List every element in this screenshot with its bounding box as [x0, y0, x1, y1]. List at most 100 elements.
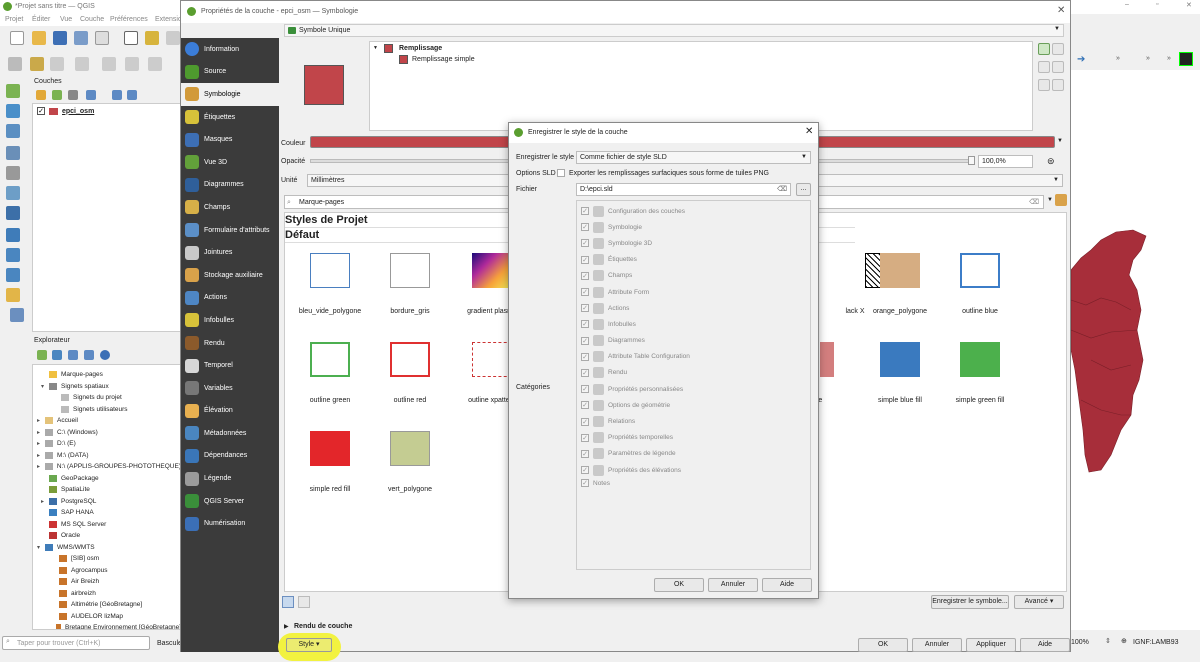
explorer-item[interactable]: Marque-pages — [37, 369, 181, 381]
maximize-icon[interactable]: ▫ — [1156, 1, 1158, 8]
explorer-item[interactable]: ▾ WMS/WMTS — [37, 542, 181, 554]
nav-item[interactable]: QGIS Server — [181, 490, 279, 513]
apply-button[interactable]: Appliquer — [966, 638, 1016, 652]
nav-item[interactable]: Actions — [181, 287, 279, 310]
delete-feature-icon[interactable] — [125, 57, 139, 71]
clear-icon[interactable]: ⌫ — [777, 184, 787, 195]
explorer-item[interactable]: ▾ Signets spatiaux — [37, 381, 181, 393]
add-wcs-icon[interactable] — [6, 268, 20, 282]
new-layer-icon[interactable] — [6, 288, 20, 302]
nav-item[interactable]: Formulaire d'attributs — [181, 219, 279, 242]
color-dropdown-icon[interactable]: ▼ — [1057, 138, 1063, 144]
explorer-item[interactable]: SpatiaLite — [37, 484, 181, 496]
add-postgis-icon[interactable] — [6, 206, 20, 220]
add-wfs-icon[interactable] — [6, 248, 20, 262]
explorer-item[interactable]: Agrocampus — [37, 565, 181, 577]
edit-icon[interactable] — [30, 57, 44, 71]
identify-icon[interactable] — [1179, 52, 1193, 66]
new-project-icon[interactable] — [10, 31, 24, 45]
explorer-item[interactable]: [SIB] osm — [37, 553, 181, 565]
tree-root-label[interactable]: Remplissage — [399, 45, 442, 52]
collapse-all-icon[interactable] — [127, 90, 137, 100]
explorer-item[interactable]: ▸ N:\ (APPLIS-GROUPES-PHOTOTHEQUE) — [37, 461, 181, 473]
menu-projet[interactable]: Projet — [5, 16, 23, 23]
minimize-icon[interactable]: – — [1125, 1, 1129, 8]
map-canvas[interactable] — [1071, 70, 1200, 630]
nav-item[interactable]: Infobulles — [181, 309, 279, 332]
save-edits-icon[interactable] — [50, 57, 64, 71]
tree-expand-icon[interactable]: ▼ — [373, 45, 378, 51]
save-ok-button[interactable]: OK — [654, 578, 704, 592]
clear-icon[interactable]: ⌫ — [1029, 197, 1039, 208]
nav-item[interactable]: Source — [181, 61, 279, 84]
add-symbol-layer-icon[interactable] — [1038, 43, 1050, 55]
explorer-item[interactable]: AUDELOR lizMap — [37, 611, 181, 623]
explorer-item[interactable]: ▸ M:\ (DATA) — [37, 450, 181, 462]
nav-item[interactable]: Champs — [181, 196, 279, 219]
style-symbol-item[interactable]: outline green — [285, 342, 375, 404]
rotation-stepper-icon[interactable]: ⇕ — [1105, 637, 1111, 645]
nav-item[interactable]: Masques — [181, 128, 279, 151]
add-spatialite-icon[interactable] — [6, 166, 20, 180]
opacity-spinbox[interactable]: 100,0% — [978, 155, 1033, 168]
explorer-item[interactable]: ▸ C:\ (Windows) — [37, 427, 181, 439]
save-project-icon[interactable] — [53, 31, 67, 45]
style-symbol-item[interactable]: simple green fill — [935, 342, 1025, 404]
expand-arrow-icon[interactable]: ▸ — [41, 498, 49, 505]
explorer-item[interactable]: ▸ Accueil — [37, 415, 181, 427]
add-group-icon[interactable] — [52, 90, 62, 100]
rendu-couche-label[interactable]: Rendu de couche — [294, 623, 352, 630]
vertex-tool-icon[interactable] — [102, 57, 116, 71]
expand-arrow-icon[interactable]: ▾ — [37, 544, 45, 551]
style-symbol-item[interactable]: bleu_vide_polygone — [285, 253, 375, 315]
move-up-icon[interactable] — [1052, 43, 1064, 55]
add-vector-layer-icon[interactable] — [6, 84, 20, 98]
collapse-browser-icon[interactable] — [84, 350, 94, 360]
nav-item[interactable]: Diagrammes — [181, 174, 279, 197]
explorer-item[interactable]: GeoPackage — [37, 473, 181, 485]
style-type-select[interactable]: Comme fichier de style SLD ▼ — [576, 151, 811, 164]
move-down-icon[interactable] — [1052, 61, 1064, 73]
more-tools-icon-3[interactable]: » — [1167, 55, 1171, 62]
add-geopackage-icon[interactable] — [6, 186, 20, 200]
style-symbol-item[interactable]: outline blue — [935, 253, 1025, 315]
nav-item[interactable]: Numérisation — [181, 512, 279, 535]
style-symbol-item[interactable]: outline red — [365, 342, 455, 404]
menu-vue[interactable]: Vue — [60, 16, 72, 23]
menu-preferences[interactable]: Préférences — [110, 16, 148, 23]
save-as-icon[interactable] — [74, 31, 88, 45]
explorer-item[interactable]: Signets utilisateurs — [37, 404, 181, 416]
layer-styling-icon[interactable] — [36, 90, 46, 100]
nav-item[interactable]: Élévation — [181, 400, 279, 423]
search-dropdown-icon[interactable]: ▼ — [1047, 197, 1053, 203]
style-symbol-item[interactable]: orange_polygone — [855, 253, 945, 315]
info-icon[interactable] — [100, 350, 110, 360]
zoom-value[interactable]: 100% — [1071, 639, 1089, 646]
more-tools-icon[interactable]: » — [1116, 55, 1120, 62]
remove-symbol-layer-icon[interactable] — [1038, 61, 1050, 73]
style-symbol-item[interactable]: simple blue fill — [855, 342, 945, 404]
explorer-item[interactable]: Altimétrie [GéoBretagne] — [37, 599, 181, 611]
advanced-button[interactable]: Avancé ▾ — [1014, 595, 1064, 609]
expand-arrow-icon[interactable]: ▶ — [284, 623, 289, 630]
nav-item[interactable]: Symbologie — [181, 83, 279, 106]
nav-item[interactable]: Stockage auxiliaire — [181, 264, 279, 287]
zoom-in-icon[interactable] — [166, 31, 180, 45]
explorer-item[interactable]: Oracle — [37, 530, 181, 542]
nav-item[interactable]: Information — [181, 38, 279, 61]
nav-item[interactable]: Dépendances — [181, 445, 279, 468]
data-defined-override-icon[interactable]: ⊜ — [1047, 156, 1055, 167]
icon-view-icon[interactable] — [282, 596, 294, 608]
help-button[interactable]: Aide — [1020, 638, 1070, 652]
expand-all-icon[interactable] — [112, 90, 122, 100]
expand-arrow-icon[interactable]: ▾ — [41, 383, 49, 390]
more-tools-icon-2[interactable]: » — [1146, 55, 1150, 62]
add-delimited-text-icon[interactable] — [6, 146, 20, 160]
nav-item[interactable]: Vue 3D — [181, 151, 279, 174]
nav-item[interactable]: Jointures — [181, 241, 279, 264]
arrow-right-icon[interactable]: ➔ — [1077, 54, 1085, 65]
explorer-item[interactable]: Bretagne Environnement [GéoBretagne] — [37, 622, 181, 629]
layer-row[interactable]: ✓ epci_osm — [37, 107, 94, 115]
explorer-item[interactable]: SAP HANA — [37, 507, 181, 519]
save-cancel-button[interactable]: Annuler — [708, 578, 758, 592]
